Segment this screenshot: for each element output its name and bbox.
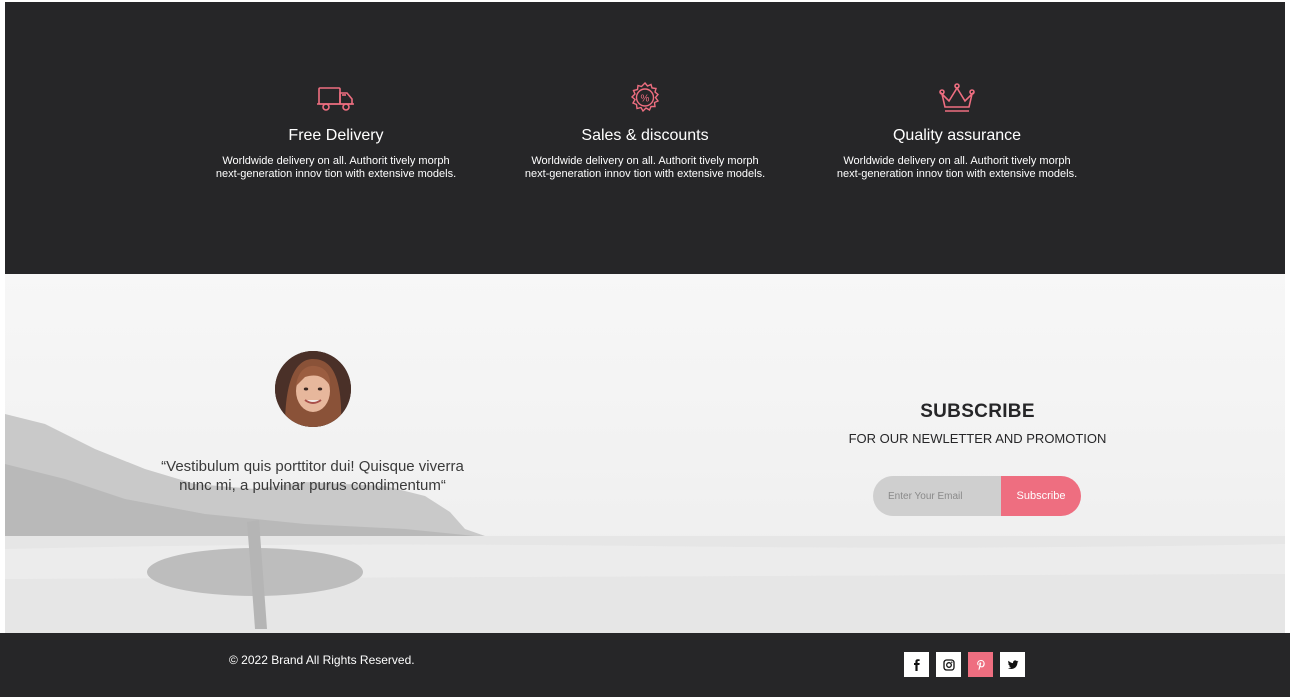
social-links (904, 652, 1025, 677)
avatar (275, 351, 351, 427)
feature-title: Free Delivery (288, 127, 384, 144)
feature-free-delivery: Free Delivery Worldwide delivery on all.… (186, 2, 486, 181)
subscribe-title: SUBSCRIBE (920, 401, 1035, 422)
beach-background-image (5, 274, 1285, 633)
twitter-icon (1007, 659, 1018, 669)
facebook-link[interactable] (904, 652, 929, 677)
feature-text: Worldwide delivery on all. Authorit tive… (215, 155, 457, 180)
testimonial-subscribe-section: “Vestibulum quis porttitor dui! Quisque … (5, 274, 1285, 633)
testimonial-quote: “Vestibulum quis porttitor dui! Quisque … (161, 458, 464, 494)
features-section: Free Delivery Worldwide delivery on all.… (5, 2, 1285, 274)
subscribe-subtitle: FOR OUR NEWLETTER AND PROMOTION (848, 431, 1107, 446)
subscribe-button[interactable]: Subscribe (1001, 476, 1081, 516)
page: Free Delivery Worldwide delivery on all.… (0, 0, 1290, 697)
feature-sales-discounts: % Sales & discounts Worldwide delivery o… (495, 2, 795, 181)
copyright-text: © 2022 Brand All Rights Reserved. (229, 653, 415, 667)
pinterest-icon (976, 659, 985, 670)
feature-text: Worldwide delivery on all. Authorit tive… (524, 155, 766, 180)
instagram-icon (942, 658, 955, 671)
email-input[interactable] (873, 476, 1001, 516)
crown-icon (939, 83, 975, 112)
footer: © 2022 Brand All Rights Reserved. (0, 633, 1290, 697)
discount-badge-icon: % (630, 82, 660, 113)
feature-title: Sales & discounts (581, 127, 709, 144)
facebook-icon (913, 658, 920, 671)
feature-quality-assurance: Quality assurance Worldwide delivery on … (807, 2, 1107, 181)
avatar-photo (275, 351, 351, 427)
feature-title: Quality assurance (892, 127, 1022, 144)
feature-text: Worldwide delivery on all. Authorit tive… (836, 155, 1078, 180)
instagram-link[interactable] (936, 652, 961, 677)
delivery-truck-icon (317, 87, 354, 111)
subscribe-form: Subscribe (873, 476, 1081, 516)
pinterest-link[interactable] (968, 652, 993, 677)
twitter-link[interactable] (1000, 652, 1025, 677)
svg-text:%: % (641, 94, 650, 105)
